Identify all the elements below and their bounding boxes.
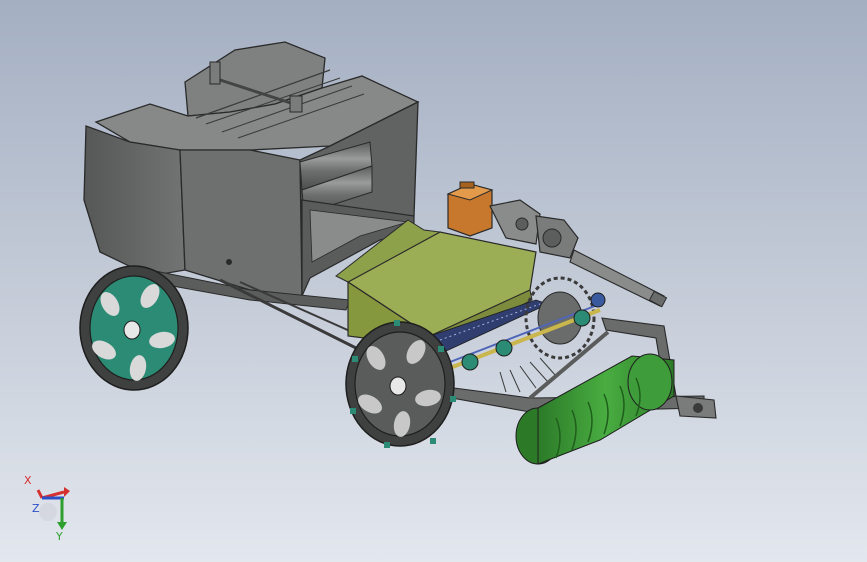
z-axis-label: Z — [32, 502, 40, 515]
x-axis-label: X — [24, 474, 32, 487]
gearbox[interactable] — [446, 181, 494, 237]
rear-left-wheel[interactable] — [79, 265, 189, 391]
baler-3d-model[interactable] — [0, 0, 867, 562]
front-roller[interactable] — [515, 353, 675, 465]
coordinate-triad: X Z Y — [24, 474, 70, 542]
cad-viewport[interactable]: X Z Y — [0, 0, 867, 562]
y-axis-label: Y — [55, 530, 63, 542]
